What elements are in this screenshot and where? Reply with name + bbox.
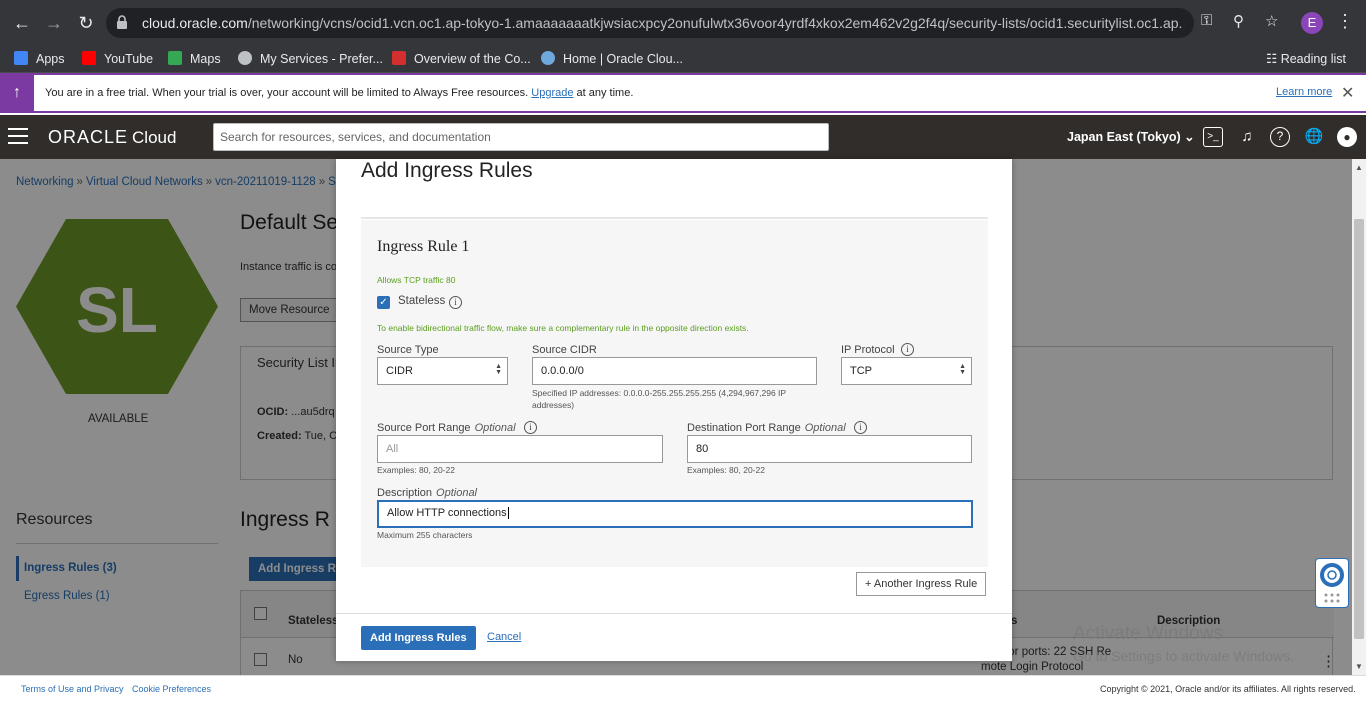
bookmarks-bar: Apps YouTube Maps My Services - Prefer..… — [0, 46, 1366, 73]
activate-windows-title: Activate Windows — [1073, 623, 1223, 644]
cloud-icon — [541, 51, 555, 65]
select-arrows-icon: ▲ ▼ — [495, 363, 502, 376]
back-icon[interactable]: ← — [9, 10, 35, 36]
ip-protocol-info-icon[interactable]: i — [901, 343, 914, 356]
another-ingress-rule-button[interactable]: + Another Ingress Rule — [856, 572, 987, 596]
source-type-label: Source Type — [377, 344, 439, 356]
destination-port-hint: Examples: 80, 20-22 — [687, 465, 765, 475]
cancel-link[interactable]: Cancel — [487, 631, 521, 643]
activate-windows-subtitle: Go to Settings to activate Windows. — [1073, 648, 1294, 664]
copyright: Copyright © 2021, Oracle and/or its affi… — [1100, 684, 1356, 694]
hamburger-menu-icon[interactable] — [8, 128, 28, 144]
stateless-info-icon[interactable]: i — [449, 296, 462, 309]
address-bar[interactable]: cloud.oracle.com/networking/vcns/ocid1.v… — [106, 8, 1194, 38]
youtube-icon — [82, 51, 96, 65]
apps-grid-icon — [14, 51, 28, 65]
ingress-rule-panel: Ingress Rule 1 Allows TCP traffic 80 ✓ S… — [361, 220, 988, 567]
source-port-label: Source Port Range Optional — [377, 422, 516, 434]
trial-banner: ↑ You are in a free trial. When your tri… — [0, 73, 1366, 113]
bookmark-overview[interactable]: Overview of the Co... — [392, 51, 531, 66]
lock-icon — [117, 15, 127, 29]
source-cidr-input[interactable]: 0.0.0.0/0 — [532, 357, 817, 385]
upgrade-arrow-icon: ↑ — [0, 75, 34, 111]
bookmark-youtube[interactable]: YouTube — [82, 51, 153, 66]
source-cidr-hint-1: Specified IP addresses: 0.0.0.0-255.255.… — [532, 388, 787, 398]
description-label: Description Optional — [377, 487, 478, 499]
maps-icon — [168, 51, 182, 65]
reload-icon[interactable]: ↻ — [73, 10, 99, 36]
learn-more-link[interactable]: Learn more — [1276, 86, 1332, 98]
oracle-cloud-logo[interactable]: ORACLE Cloud — [48, 127, 176, 148]
add-ingress-rules-button[interactable]: Add Ingress Rules — [361, 626, 476, 650]
bookmark-maps[interactable]: Maps — [168, 51, 221, 66]
profile-avatar[interactable]: E — [1301, 12, 1323, 34]
stateless-hint: To enable bidirectional traffic flow, ma… — [377, 323, 749, 333]
language-globe-icon[interactable]: 🌐 — [1304, 127, 1324, 147]
ip-protocol-select[interactable]: TCP ▲ ▼ — [841, 357, 972, 385]
stateless-label: Stateless — [398, 295, 446, 307]
zoom-icon[interactable]: ⚲ — [1233, 12, 1244, 30]
star-icon[interactable]: ☆ — [1265, 12, 1278, 30]
key-icon[interactable]: ⚿ — [1201, 12, 1212, 29]
rule-note: Allows TCP traffic 80 — [377, 275, 456, 285]
source-cidr-label: Source CIDR — [532, 344, 597, 356]
bookmark-apps[interactable]: Apps — [14, 51, 65, 66]
search-input[interactable]: Search for resources, services, and docu… — [213, 123, 829, 151]
description-input[interactable]: Allow HTTP connections — [377, 500, 973, 528]
forward-icon[interactable]: → — [41, 10, 67, 36]
bell-icon[interactable]: ♫ — [1237, 127, 1257, 147]
close-icon[interactable]: ✕ — [1341, 83, 1354, 103]
ip-protocol-label: IP Protocol — [841, 344, 895, 356]
source-port-hint: Examples: 80, 20-22 — [377, 465, 455, 475]
oracle-icon — [392, 51, 406, 65]
upgrade-link[interactable]: Upgrade — [531, 87, 573, 99]
destination-port-label: Destination Port Range Optional — [687, 422, 846, 434]
add-ingress-rules-dialog: Add Ingress Rules Ingress Rule 1 Allows … — [336, 159, 1012, 661]
console-header: ORACLE Cloud Search for resources, servic… — [0, 115, 1366, 159]
cloud-shell-icon[interactable]: >_ — [1203, 127, 1223, 147]
rule-title: Ingress Rule 1 — [377, 238, 470, 255]
profile-icon[interactable]: ● — [1337, 127, 1357, 147]
globe-icon — [238, 51, 252, 65]
source-cidr-hint-2: addresses) — [532, 400, 575, 410]
select-arrows-icon: ▲ ▼ — [959, 363, 966, 376]
page-scrollbar[interactable]: ▲ ▼ — [1352, 159, 1366, 675]
dialog-title: Add Ingress Rules — [361, 159, 533, 182]
browser-menu-icon[interactable]: ⋮ — [1336, 11, 1354, 32]
source-port-info-icon[interactable]: i — [524, 421, 537, 434]
help-icon[interactable]: ? — [1270, 127, 1290, 147]
lifebuoy-icon — [1320, 563, 1344, 603]
description-hint: Maximum 255 characters — [377, 530, 473, 540]
destination-port-input[interactable]: 80 — [687, 435, 972, 463]
terms-link[interactable]: Terms of Use and Privacy — [21, 684, 124, 694]
url-text: cloud.oracle.com/networking/vcns/ocid1.v… — [142, 15, 1182, 31]
stateless-checkbox[interactable]: ✓ — [377, 296, 390, 309]
region-selector[interactable]: Japan East (Tokyo) ⌄ — [1067, 129, 1195, 144]
destination-port-info-icon[interactable]: i — [854, 421, 867, 434]
bookmark-home-oracle[interactable]: Home | Oracle Clou... — [541, 51, 683, 66]
page-footer: Terms of Use and Privacy Cookie Preferen… — [0, 675, 1366, 702]
browser-toolbar: ← → ↻ cloud.oracle.com/networking/vcns/o… — [0, 0, 1366, 46]
cookie-preferences-link[interactable]: Cookie Preferences — [132, 684, 211, 694]
trial-message: You are in a free trial. When your trial… — [45, 87, 634, 99]
bookmark-my-services[interactable]: My Services - Prefer... — [238, 51, 383, 66]
source-type-select[interactable]: CIDR ▲ ▼ — [377, 357, 508, 385]
reading-list[interactable]: ☷ Reading list — [1266, 51, 1346, 66]
help-widget[interactable] — [1315, 558, 1349, 608]
source-port-input[interactable]: All — [377, 435, 663, 463]
